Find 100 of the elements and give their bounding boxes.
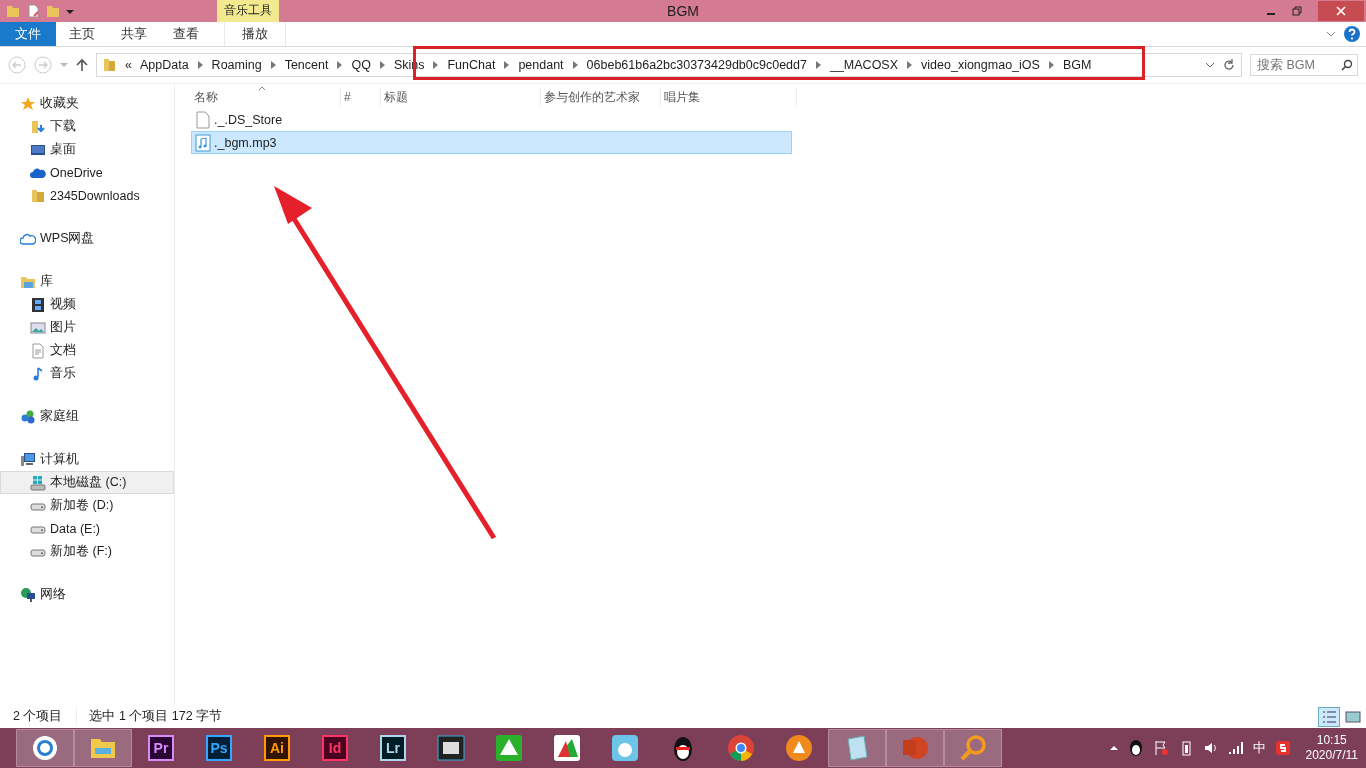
chevron-icon[interactable] <box>504 61 510 69</box>
overflow-chevron[interactable]: « <box>125 58 132 72</box>
details-view-icon[interactable] <box>1318 706 1340 727</box>
search-icon <box>1341 59 1353 71</box>
chevron-icon[interactable] <box>433 61 439 69</box>
app-tile-icon: Ai <box>264 735 290 761</box>
sidebar-item[interactable]: 库 <box>0 270 174 293</box>
browser-icon <box>30 733 60 763</box>
up-icon[interactable] <box>76 58 88 72</box>
column-header[interactable]: 参与创作的艺术家 <box>541 87 661 107</box>
file-icon <box>195 110 211 129</box>
signal-icon[interactable] <box>1227 741 1244 755</box>
sidebar-item[interactable]: Data (E:) <box>0 517 174 540</box>
chevron-icon[interactable] <box>197 61 203 69</box>
chevron-icon[interactable] <box>572 61 578 69</box>
folder-icon <box>30 187 46 204</box>
breadcrumb[interactable]: 06beb61b6a2bc30373429db0c9c0edd7 <box>586 58 807 72</box>
breadcrumb[interactable]: FunChat <box>447 58 496 72</box>
sidebar-item[interactable]: 网络 <box>0 583 174 606</box>
computer-icon <box>20 451 36 468</box>
sidebar-item[interactable]: 收藏夹 <box>0 92 174 115</box>
restore-icon[interactable] <box>1292 6 1302 16</box>
help-icon[interactable] <box>1344 26 1360 42</box>
clock[interactable]: 10:15 2020/7/11 <box>1305 733 1358 763</box>
sidebar-item[interactable]: 家庭组 <box>0 405 174 428</box>
close-icon <box>1336 6 1346 16</box>
sidebar-item[interactable]: 文档 <box>0 339 174 362</box>
taskbar-app[interactable]: Pr <box>132 729 190 767</box>
properties-icon[interactable] <box>26 4 40 18</box>
document-icon <box>30 342 46 359</box>
expand-ribbon-icon[interactable] <box>1326 30 1336 38</box>
chevron-icon[interactable] <box>907 61 913 69</box>
column-header[interactable]: # <box>341 87 381 107</box>
breadcrumb[interactable]: __MACOSX <box>829 58 899 72</box>
sidebar-item[interactable]: 本地磁盘 (C:) <box>0 471 174 494</box>
app-tile-icon: Id <box>322 735 348 761</box>
chevron-icon[interactable] <box>379 61 385 69</box>
taskbar-app[interactable]: Ai <box>248 729 306 767</box>
taskbar-app[interactable]: Ps <box>190 729 248 767</box>
clock-date: 2020/7/11 <box>1305 748 1358 763</box>
sidebar-item[interactable]: OneDrive <box>0 161 174 184</box>
sidebar-item[interactable]: 新加卷 (D:) <box>0 494 174 517</box>
penguin-icon[interactable] <box>1127 739 1144 757</box>
network-icon <box>20 586 36 603</box>
app-tile-icon: Pr <box>148 735 174 761</box>
ribbon-tab[interactable]: 查看 <box>160 22 212 46</box>
sidebar-item[interactable]: 音乐 <box>0 362 174 385</box>
volume-icon[interactable] <box>1202 740 1219 756</box>
dropdown-icon[interactable] <box>66 7 74 15</box>
sidebar-item[interactable]: 下载 <box>0 115 174 138</box>
selection-info: 选中 1 个项目 172 字节 <box>76 708 223 725</box>
breadcrumb[interactable]: video_xiongmao_iOS <box>921 58 1040 72</box>
folder-icon <box>103 58 117 72</box>
sidebar-item[interactable]: WPS网盘 <box>0 227 174 250</box>
column-header[interactable]: 标题 <box>381 87 541 107</box>
ribbon-tab[interactable]: 共享 <box>108 22 160 46</box>
app-tile-icon: Lr <box>380 735 406 761</box>
sidebar-item[interactable]: 2345Downloads <box>0 184 174 207</box>
chevron-icon[interactable] <box>270 61 276 69</box>
column-header[interactable]: 唱片集 <box>661 87 797 107</box>
sidebar-item[interactable]: 图片 <box>0 316 174 339</box>
thumbnail-view-icon[interactable] <box>1344 708 1362 725</box>
window-title: BGM <box>666 3 700 19</box>
sidebar-item[interactable]: 计算机 <box>0 448 174 471</box>
homegroup-icon <box>20 408 36 425</box>
video-icon <box>30 296 46 313</box>
show-hidden-icon[interactable] <box>1108 744 1119 752</box>
clock-time: 10:15 <box>1316 733 1347 748</box>
sidebar-item[interactable]: 新加卷 (F:) <box>0 540 174 563</box>
refresh-icon[interactable] <box>1223 59 1235 71</box>
star-icon <box>20 95 36 112</box>
sogou-icon[interactable] <box>1274 740 1291 756</box>
chart-icon <box>552 733 582 763</box>
dropdown-icon[interactable] <box>1205 61 1215 69</box>
sidebar-item[interactable]: 桌面 <box>0 138 174 161</box>
ribbon-tab[interactable]: 主页 <box>56 22 108 46</box>
flag-icon[interactable] <box>1152 740 1169 756</box>
breadcrumb[interactable]: Tencent <box>284 58 329 72</box>
chevron-icon[interactable] <box>337 61 343 69</box>
search-field[interactable]: 搜索 BGM <box>1250 54 1358 76</box>
sidebar-item[interactable]: 视频 <box>0 293 174 316</box>
close-button[interactable] <box>1318 1 1364 21</box>
taskbar-app[interactable]: Id <box>306 729 364 767</box>
file-tab[interactable]: 文件 <box>0 22 56 46</box>
column-header[interactable]: 名称 <box>191 87 341 107</box>
film-icon <box>436 733 466 763</box>
input-method-indicator[interactable]: 中 <box>1252 739 1266 757</box>
triangle-app-icon <box>494 733 524 763</box>
breadcrumb[interactable]: Roaming <box>211 58 262 72</box>
app-tile-icon: Ps <box>206 735 232 761</box>
taskbar-app[interactable]: Lr <box>364 729 422 767</box>
breadcrumb[interactable]: BGM <box>1062 58 1092 72</box>
file-row[interactable]: ._.DS_Store <box>191 108 792 131</box>
circle-app-icon <box>784 733 814 763</box>
breadcrumb[interactable]: AppData <box>139 58 189 72</box>
chevron-icon[interactable] <box>815 61 821 69</box>
breadcrumb[interactable]: QQ <box>351 58 371 72</box>
breadcrumb[interactable]: pendant <box>518 58 564 72</box>
file-row[interactable]: ._bgm.mp3 <box>191 131 792 154</box>
chevron-icon[interactable] <box>1048 61 1054 69</box>
